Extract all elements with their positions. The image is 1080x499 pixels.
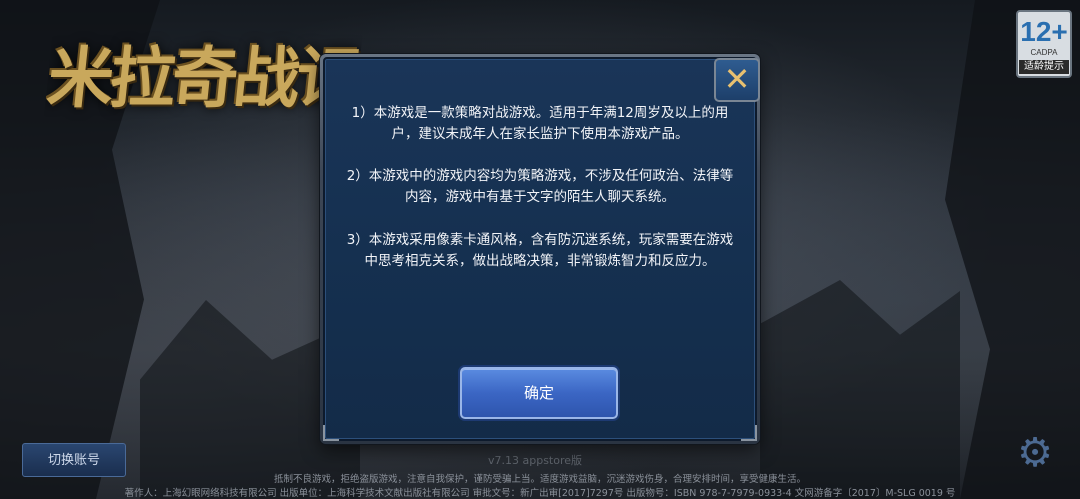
notice-paragraph-2: 2）本游戏中的游戏内容均为策略游戏，不涉及任何政治、法律等内容，游戏中有基于文字… xyxy=(346,168,734,205)
age-rating-hint: 适龄提示 xyxy=(1019,60,1069,74)
dialog-corner-ornament xyxy=(741,425,757,441)
gear-icon[interactable]: ⚙ xyxy=(1014,432,1056,474)
age-rating-badge[interactable]: 12+ CADPA 适龄提示 xyxy=(1016,10,1072,78)
close-icon[interactable]: ✕ xyxy=(714,58,760,102)
age-rating-org: CADPA xyxy=(1030,48,1058,57)
notice-paragraph-1: 1）本游戏是一款策略对战游戏。适用于年满12周岁及以上的用户，建议未成年人在家长… xyxy=(351,105,729,142)
dialog-corner-ornament xyxy=(323,425,339,441)
background-rock xyxy=(760,280,960,499)
age-rating-label: 12+ xyxy=(1020,16,1068,47)
confirm-button[interactable]: 确定 xyxy=(460,367,618,419)
version-text: v7.13 appstore版 xyxy=(488,454,583,467)
health-notice: 抵制不良游戏，拒绝盗版游戏，注意自我保护，谨防受骗上当。适度游戏益脑，沉迷游戏伤… xyxy=(273,474,806,485)
copyright-notice: 著作人：上海幻眼网络科技有限公司 出版单位：上海科学技术文献出版社有限公司 审批… xyxy=(124,488,956,499)
game-logo: 米拉奇战记 xyxy=(43,39,363,117)
notice-paragraph-3: 3）本游戏采用像素卡通风格，含有防沉迷系统，玩家需要在游戏中思考相克关系，做出战… xyxy=(346,232,734,269)
